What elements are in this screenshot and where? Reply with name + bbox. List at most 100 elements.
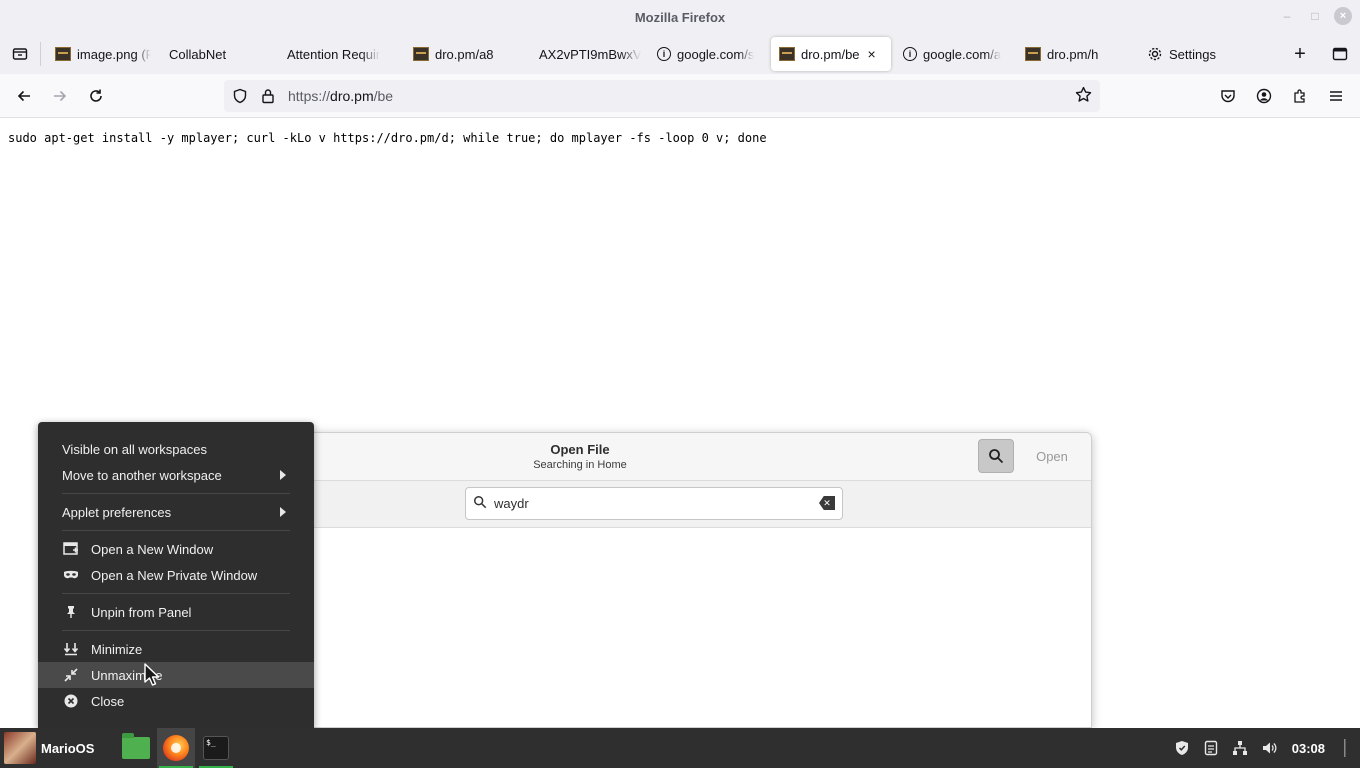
firefox-view-button[interactable] bbox=[0, 34, 40, 74]
reload-button[interactable] bbox=[78, 80, 114, 112]
menu-item-label: Close bbox=[91, 693, 125, 709]
tab-image-png[interactable]: image.png (P bbox=[47, 37, 159, 71]
clock[interactable]: 03:08 bbox=[1292, 741, 1325, 756]
window-close-button[interactable]: × bbox=[1334, 7, 1352, 25]
menu-item-move-to-workspace[interactable]: Move to another workspace bbox=[38, 462, 314, 488]
tab-label: google.com/a bbox=[923, 46, 1002, 62]
unmaximize-icon bbox=[60, 668, 82, 682]
tab-label: google.com/s bbox=[677, 46, 755, 62]
account-button[interactable] bbox=[1246, 80, 1282, 112]
image-favicon bbox=[1025, 47, 1041, 61]
info-icon: i bbox=[657, 47, 671, 61]
menu-item-close[interactable]: Close bbox=[38, 688, 314, 714]
search-query: waydr bbox=[494, 496, 529, 511]
dialog-results-area bbox=[301, 528, 1091, 727]
menu-separator bbox=[62, 593, 290, 594]
menu-item-label: Visible on all workspaces bbox=[62, 441, 207, 457]
dialog-search-toggle[interactable] bbox=[978, 439, 1014, 473]
menu-item-open-private-window[interactable]: Open a New Private Window bbox=[38, 562, 314, 588]
avatar bbox=[4, 732, 36, 764]
show-desktop-button[interactable] bbox=[1338, 739, 1352, 757]
tab-attention-required[interactable]: Attention Requir bbox=[277, 37, 405, 71]
pocket-icon bbox=[1221, 90, 1235, 103]
menu-item-visible-on-all-workspaces[interactable]: Visible on all workspaces bbox=[38, 436, 314, 462]
dialog-title: Open File bbox=[550, 442, 610, 457]
tab-list-icon bbox=[1332, 47, 1348, 61]
taskbar-firefox-button[interactable] bbox=[157, 728, 195, 768]
tab-settings[interactable]: Settings bbox=[1139, 37, 1249, 71]
window-maximize-button[interactable]: □ bbox=[1306, 7, 1324, 25]
window-controls: – □ × bbox=[1278, 7, 1352, 25]
new-window-icon bbox=[60, 542, 82, 556]
back-button[interactable] bbox=[6, 80, 42, 112]
open-file-dialog: Open File Searching in Home Open waydr ✕ bbox=[300, 432, 1092, 728]
window-minimize-button[interactable]: – bbox=[1278, 7, 1296, 25]
clipboard-icon[interactable] bbox=[1203, 740, 1219, 756]
menu-item-label: Unpin from Panel bbox=[91, 604, 192, 620]
close-circle-icon bbox=[60, 694, 82, 708]
menu-item-unpin-from-panel[interactable]: Unpin from Panel bbox=[38, 599, 314, 625]
url-bar[interactable]: https://dro.pm/be bbox=[224, 80, 1100, 112]
new-tab-button[interactable]: + bbox=[1280, 34, 1320, 74]
window-title: Mozilla Firefox bbox=[634, 9, 726, 25]
folder-icon bbox=[122, 733, 150, 759]
tab-ax2vpti9mbwxv[interactable]: AX2vPTI9mBwxV bbox=[527, 37, 649, 71]
mouse-cursor-icon bbox=[144, 663, 160, 686]
panel-context-menu: Visible on all workspaces Move to anothe… bbox=[38, 422, 314, 728]
firefox-view-icon bbox=[12, 48, 28, 60]
tab-label: Attention Requir bbox=[287, 46, 381, 62]
menu-button[interactable]: MarioOS bbox=[4, 728, 94, 768]
hamburger-icon bbox=[1330, 91, 1342, 101]
lock-icon[interactable] bbox=[256, 88, 280, 104]
image-favicon bbox=[779, 47, 795, 61]
menu-item-open-new-window[interactable]: Open a New Window bbox=[38, 536, 314, 562]
forward-button[interactable] bbox=[42, 80, 78, 112]
tab-google-s[interactable]: i google.com/s bbox=[649, 37, 767, 71]
tab-close-button[interactable]: × bbox=[868, 46, 876, 62]
taskbar-files-button[interactable] bbox=[117, 728, 155, 768]
dialog-open-button[interactable]: Open bbox=[1027, 439, 1077, 473]
menu-item-minimize[interactable]: Minimize bbox=[38, 636, 314, 662]
info-icon: i bbox=[903, 47, 917, 61]
tab-google-a[interactable]: i google.com/a bbox=[895, 37, 1017, 71]
tab-divider bbox=[40, 42, 41, 66]
menu-item-label: Open a New Window bbox=[91, 541, 214, 557]
system-tray: 03:08 bbox=[1174, 728, 1352, 768]
tracking-protection-icon[interactable] bbox=[228, 88, 252, 104]
clear-search-icon[interactable]: ✕ bbox=[819, 496, 835, 510]
submenu-arrow-icon bbox=[280, 470, 286, 480]
tab-dro-pm-h[interactable]: dro.pm/h bbox=[1017, 37, 1139, 71]
pocket-button[interactable] bbox=[1210, 80, 1246, 112]
network-icon[interactable] bbox=[1232, 740, 1248, 756]
extensions-button[interactable] bbox=[1282, 80, 1318, 112]
tab-dro-pm-a8[interactable]: dro.pm/a8 bbox=[405, 37, 527, 71]
volume-icon[interactable] bbox=[1261, 740, 1277, 756]
unpin-icon bbox=[60, 605, 82, 619]
taskbar-terminal-button[interactable]: $_ bbox=[197, 728, 235, 768]
menu-item-label: Open a New Private Window bbox=[91, 567, 258, 583]
dialog-search-input[interactable]: waydr ✕ bbox=[465, 487, 843, 520]
url-host: dro.pm bbox=[330, 88, 374, 104]
app-menu-button[interactable] bbox=[1318, 80, 1354, 112]
account-icon bbox=[1256, 88, 1272, 104]
menu-item-unmaximize[interactable]: Unmaximize bbox=[38, 662, 314, 688]
private-window-icon bbox=[60, 570, 82, 580]
toolbar-right bbox=[1210, 80, 1354, 112]
tab-label: AX2vPTI9mBwxV bbox=[539, 46, 641, 62]
dialog-search-bar: waydr ✕ bbox=[301, 481, 1091, 528]
menu-item-label: Move to another workspace bbox=[62, 467, 222, 483]
menu-item-applet-preferences[interactable]: Applet preferences bbox=[38, 499, 314, 525]
tab-dro-pm-be[interactable]: dro.pm/be × bbox=[771, 37, 891, 71]
shield-icon[interactable] bbox=[1174, 740, 1190, 756]
url-text[interactable]: https://dro.pm/be bbox=[288, 88, 393, 104]
dialog-header: Open File Searching in Home Open bbox=[301, 433, 1091, 481]
menu-separator bbox=[62, 493, 290, 494]
url-path: /be bbox=[373, 88, 394, 104]
list-all-tabs-button[interactable] bbox=[1320, 34, 1360, 74]
tab-label: Settings bbox=[1169, 46, 1216, 62]
gear-icon bbox=[1148, 47, 1162, 61]
menu-separator bbox=[62, 630, 290, 631]
bookmark-star-icon[interactable] bbox=[1075, 86, 1092, 108]
tab-label: image.png (P bbox=[77, 46, 151, 62]
tab-collabnet[interactable]: CollabNet bbox=[159, 37, 277, 71]
